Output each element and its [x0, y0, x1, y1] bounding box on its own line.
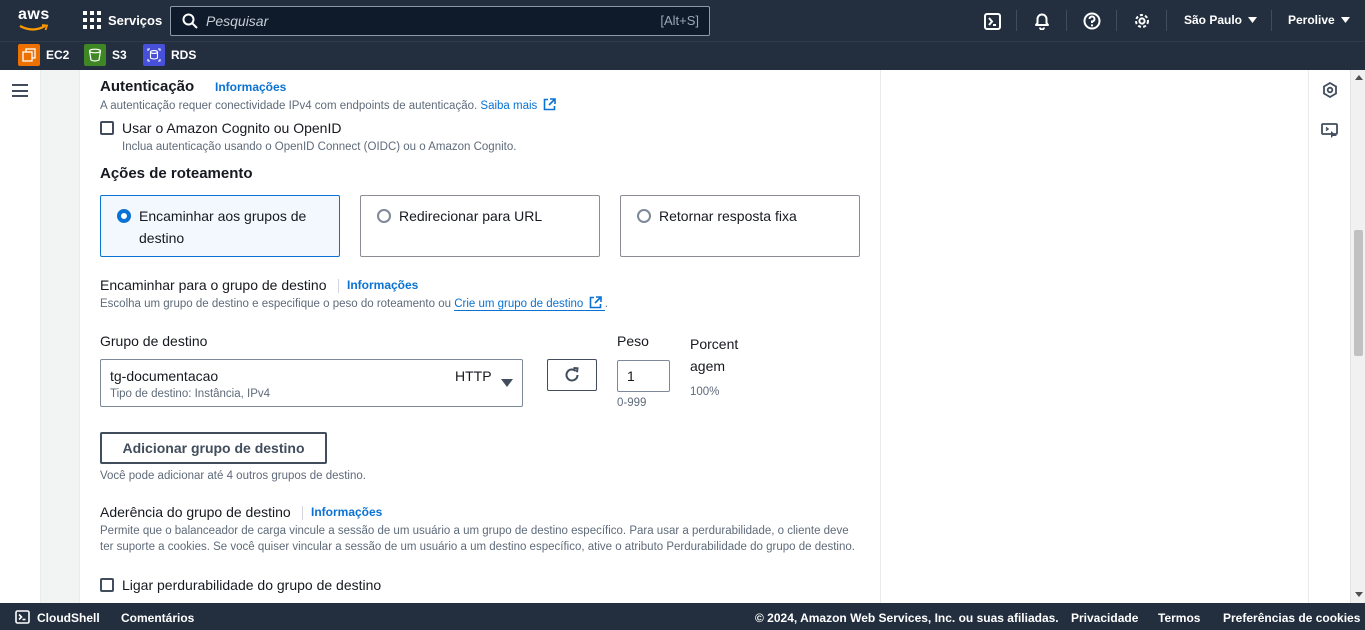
target-group-select[interactable]: tg-documentacao Tipo de destino: Instânc… — [100, 359, 523, 407]
account-menu[interactable]: Perolive — [1288, 13, 1350, 27]
auth-info-link[interactable]: Informações — [215, 80, 286, 94]
favorite-s3[interactable]: S3 — [84, 44, 127, 66]
cognito-checkbox-label[interactable]: Usar o Amazon Cognito ou OpenID — [122, 120, 341, 136]
scroll-down-arrow-icon[interactable] — [1355, 592, 1363, 597]
feedback-link[interactable]: Comentários — [121, 611, 194, 625]
target-group-protocol: HTTP — [455, 368, 492, 384]
ec2-icon — [18, 44, 40, 66]
routing-option-label: Redirecionar para URL — [399, 208, 543, 224]
right-tools-rail — [1308, 70, 1350, 603]
radio-button[interactable] — [637, 209, 651, 223]
forward-title: Encaminhar para o grupo de destino — [100, 277, 327, 293]
notes-panel-icon[interactable] — [1321, 123, 1339, 144]
aws-logo[interactable]: aws — [18, 7, 50, 33]
aws-smile-icon — [19, 24, 49, 31]
target-group-type: Tipo de destino: Instância, IPv4 — [110, 388, 271, 400]
search-box[interactable]: [Alt+S] — [170, 6, 710, 36]
stickiness-info-link[interactable]: Informações — [311, 505, 382, 519]
top-navigation: aws Serviços [Alt+S] São Paulo Pero — [0, 0, 1365, 41]
auth-description: A autenticação requer conectividade IPv4… — [100, 98, 556, 112]
learn-more-link[interactable]: Saiba mais — [480, 98, 556, 112]
copyright-text: © 2024, Amazon Web Services, Inc. ou sua… — [755, 611, 1059, 625]
forward-description: Escolha um grupo de destino e especifiqu… — [100, 296, 608, 311]
caret-down-icon — [1340, 17, 1350, 23]
routing-option-fixed-response[interactable]: Retornar resposta fixa — [620, 195, 860, 257]
radio-button[interactable] — [377, 209, 391, 223]
bell-icon[interactable] — [1032, 11, 1052, 31]
region-selector[interactable]: São Paulo — [1184, 13, 1258, 27]
page-scrollbar[interactable] — [1350, 70, 1365, 603]
rds-icon — [143, 44, 165, 66]
caret-down-icon — [1248, 17, 1258, 23]
tools-panel-icon[interactable] — [1322, 81, 1338, 103]
scrollbar-thumb[interactable] — [1354, 230, 1363, 356]
routing-option-label: Retornar resposta fixa — [659, 208, 797, 224]
aws-logo-text: aws — [18, 6, 50, 23]
search-input[interactable] — [206, 13, 626, 29]
cookie-preferences-link[interactable]: Preferências de cookies — [1223, 611, 1360, 625]
cloudshell-footer-icon[interactable] — [15, 610, 30, 627]
services-menu-button[interactable]: Serviços — [83, 11, 162, 29]
percent-value: 100% — [690, 386, 720, 398]
help-icon[interactable] — [1082, 11, 1102, 31]
caret-down-icon — [501, 379, 513, 387]
forward-info-link[interactable]: Informações — [347, 278, 418, 292]
favorite-label: S3 — [112, 48, 127, 62]
radio-button-selected[interactable] — [117, 209, 131, 223]
weight-hint: 0-999 — [617, 397, 647, 409]
divider — [338, 279, 339, 293]
stickiness-checkbox-label[interactable]: Ligar perdurabilidade do grupo de destin… — [122, 577, 381, 593]
routing-option-redirect[interactable]: Redirecionar para URL — [360, 195, 600, 257]
cognito-checkbox-description: Inclua autenticação usando o OpenID Conn… — [122, 141, 517, 153]
divider — [302, 506, 303, 520]
footer: CloudShell Comentários © 2024, Amazon We… — [0, 603, 1365, 630]
cloudshell-link[interactable]: CloudShell — [37, 611, 100, 625]
favorite-label: EC2 — [46, 48, 70, 62]
external-link-icon — [589, 296, 602, 309]
routing-option-label: Encaminhar aos grupos de destino — [139, 208, 307, 246]
gear-icon[interactable] — [1132, 11, 1152, 31]
percent-column-label: Porcentagem — [690, 336, 739, 374]
favorite-label: RDS — [171, 48, 197, 62]
search-shortcut: [Alt+S] — [660, 13, 699, 28]
routing-actions-title: Ações de roteamento — [100, 165, 253, 182]
add-target-group-button[interactable]: Adicionar grupo de destino — [100, 432, 327, 464]
hamburger-menu-icon[interactable] — [12, 84, 28, 97]
weight-input[interactable] — [617, 360, 670, 392]
favorites-bar: EC2 S3 RDS — [0, 41, 1365, 70]
favorite-rds[interactable]: RDS — [143, 44, 196, 66]
s3-icon — [84, 44, 106, 66]
add-target-group-hint: Você pode adicionar até 4 outros grupos … — [100, 470, 366, 482]
forward-description-text: Escolha um grupo de destino e especifiqu… — [100, 298, 451, 310]
privacy-link[interactable]: Privacidade — [1071, 611, 1138, 625]
learn-more-text: Saiba mais — [480, 100, 538, 112]
left-navigation-rail — [0, 70, 41, 603]
content-area-right — [881, 70, 1308, 603]
scroll-up-arrow-icon[interactable] — [1355, 75, 1363, 80]
routing-option-forward[interactable]: Encaminhar aos grupos de destino — [100, 195, 340, 257]
region-label: São Paulo — [1184, 13, 1243, 27]
auth-description-text: A autenticação requer conectividade IPv4… — [100, 100, 478, 112]
refresh-icon — [565, 367, 579, 382]
auth-title: Autenticação — [100, 78, 195, 95]
external-link-icon — [543, 98, 556, 111]
cloudshell-icon[interactable] — [982, 11, 1002, 31]
favorite-ec2[interactable]: EC2 — [18, 44, 69, 66]
services-label: Serviços — [108, 12, 163, 28]
target-group-selected-value: tg-documentacao — [110, 368, 219, 384]
create-target-group-text: Crie um grupo de destino — [454, 298, 584, 310]
target-group-column-label: Grupo de destino — [100, 333, 208, 349]
terms-link[interactable]: Termos — [1158, 611, 1200, 625]
refresh-button[interactable] — [547, 359, 597, 391]
stickiness-checkbox[interactable] — [100, 578, 114, 592]
account-label: Perolive — [1288, 13, 1335, 27]
stickiness-title: Aderência do grupo de destino — [100, 504, 291, 520]
stickiness-description: Permite que o balanceador de carga vincu… — [100, 525, 855, 553]
weight-column-label: Peso — [617, 333, 649, 349]
create-target-group-link[interactable]: Crie um grupo de destino — [454, 296, 605, 311]
cognito-checkbox[interactable] — [100, 121, 114, 135]
grid-icon — [83, 11, 101, 29]
search-icon — [182, 13, 198, 29]
